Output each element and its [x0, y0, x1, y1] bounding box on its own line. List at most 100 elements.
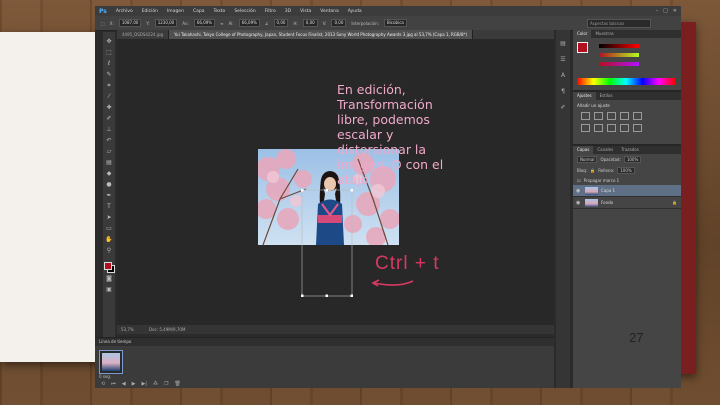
bw-icon[interactable]	[607, 124, 616, 132]
color-spectrum[interactable]	[577, 78, 675, 85]
menu-filtro[interactable]: Filtro	[265, 9, 276, 14]
close-icon[interactable]: ✕	[673, 8, 677, 14]
menu-ventana[interactable]: Ventana	[320, 9, 338, 14]
zoom-tool-icon[interactable]: ⚲	[105, 247, 113, 255]
vibrance-icon[interactable]	[633, 112, 642, 120]
eye-icon[interactable]: ◉	[576, 200, 582, 206]
prev-frame-icon[interactable]: ◀	[122, 381, 126, 387]
gradient-tool-icon[interactable]: ▤	[105, 159, 113, 167]
pen-tool-icon[interactable]: ✒	[105, 192, 113, 200]
x-field[interactable]: 1087,00	[118, 19, 142, 27]
layer-row-capa-1[interactable]: ◉ Capa 1	[573, 185, 681, 197]
link-icon[interactable]: ∞	[220, 21, 223, 26]
layer-row-fondo[interactable]: ◉ Fondo 🔒	[573, 197, 681, 209]
path-select-tool-icon[interactable]: ➤	[105, 214, 113, 222]
properties-panel-icon[interactable]: ☰	[559, 56, 567, 64]
blur-tool-icon[interactable]: ◆	[105, 170, 113, 178]
tab-styles[interactable]: Estilos	[596, 92, 617, 100]
next-frame-icon[interactable]: ▶|	[141, 381, 147, 387]
interpolation-select[interactable]: Bicúbica	[383, 19, 407, 27]
workspace-select[interactable]: Aspectos básicos	[587, 19, 651, 28]
width-field[interactable]: 66,09%	[193, 19, 216, 27]
eyedropper-tool-icon[interactable]: ⁄	[105, 93, 113, 101]
hue-icon[interactable]	[581, 124, 590, 132]
canvas[interactable]	[117, 39, 554, 325]
brush-tool-icon[interactable]: ✐	[105, 115, 113, 123]
menu-imagen[interactable]: Imagen	[167, 9, 184, 14]
doc-tab-2[interactable]: Yui Takahashi, Tokyo College of Photogra…	[169, 30, 474, 39]
tab-channels[interactable]: Canales	[593, 146, 617, 154]
height-field[interactable]: 66,09%	[238, 19, 260, 27]
first-frame-icon[interactable]: ⏮	[111, 381, 116, 387]
crop-tool-icon[interactable]: ⌗	[105, 82, 113, 90]
menu-archivo[interactable]: Archivo	[116, 9, 133, 14]
menu-ayuda[interactable]: Ayuda	[348, 9, 362, 14]
angle-field[interactable]: 0,00	[273, 19, 289, 27]
hskew-field[interactable]: 0,00	[302, 19, 318, 27]
brightness-icon[interactable]	[581, 112, 590, 120]
play-icon[interactable]: ▶	[132, 381, 136, 387]
dodge-tool-icon[interactable]: ●	[105, 181, 113, 189]
character-panel-icon[interactable]: A	[559, 72, 567, 80]
y-field[interactable]: 1230,00	[154, 19, 178, 27]
lock-icon[interactable]: 🔒	[590, 168, 595, 173]
timeline-frame-1[interactable]	[99, 350, 123, 374]
zoom-level[interactable]: 53,7%	[121, 327, 134, 332]
delete-frame-icon[interactable]: 🗑	[174, 381, 180, 387]
loop-icon[interactable]: ⟲	[101, 381, 105, 387]
green-slider[interactable]	[599, 53, 639, 57]
tab-color[interactable]: Color	[573, 30, 592, 38]
menu-edicion[interactable]: Edición	[142, 9, 158, 14]
marquee-tool-icon[interactable]: ⬚	[105, 49, 113, 57]
vskew-field[interactable]: 0,00	[331, 19, 347, 27]
tween-icon[interactable]: ⁂	[153, 381, 158, 387]
tab-paths[interactable]: Trazados	[617, 146, 643, 154]
tab-adjustments[interactable]: Ajustes	[573, 92, 596, 100]
menu-capa[interactable]: Capa	[193, 9, 205, 14]
exposure-icon[interactable]	[620, 112, 629, 120]
fill-field[interactable]: 100%	[617, 167, 635, 174]
propagate-checkbox[interactable]: ☑	[577, 178, 581, 183]
transform-tool-icon[interactable]: ⬚	[101, 21, 105, 26]
eraser-tool-icon[interactable]: ▱	[105, 148, 113, 156]
curves-icon[interactable]	[607, 112, 616, 120]
brush-panel-icon[interactable]: ✐	[559, 104, 567, 112]
type-tool-icon[interactable]: T	[105, 203, 113, 211]
frame-delay[interactable]: 0 seg.	[99, 374, 111, 379]
color-fg-swatch[interactable]	[577, 42, 588, 53]
move-tool-icon[interactable]: ✥	[105, 38, 113, 46]
doc-tab-1[interactable]: 4495_DSDS4224.jpg	[117, 30, 170, 39]
levels-icon[interactable]	[594, 112, 603, 120]
menu-3d[interactable]: 3D	[285, 9, 291, 14]
history-panel-icon[interactable]: ▤	[559, 40, 567, 48]
opacity-field[interactable]: 100%	[623, 156, 642, 163]
balance-icon[interactable]	[594, 124, 603, 132]
stamp-tool-icon[interactable]: ⊥	[105, 126, 113, 134]
quick-select-tool-icon[interactable]: ✎	[105, 71, 113, 79]
blend-mode-select[interactable]: Normal	[577, 156, 598, 163]
menu-vista[interactable]: Vista	[300, 9, 311, 14]
menu-seleccion[interactable]: Selección	[234, 9, 255, 14]
duplicate-frame-icon[interactable]: ❐	[164, 381, 168, 387]
tab-layers[interactable]: Capas	[573, 146, 594, 154]
shape-tool-icon[interactable]: ▭	[105, 225, 113, 233]
lasso-tool-icon[interactable]: ℓ	[105, 60, 113, 68]
color-swatches[interactable]	[104, 262, 115, 273]
red-slider[interactable]	[599, 44, 639, 48]
screen-mode-icon[interactable]: ▣	[105, 286, 113, 294]
eye-icon[interactable]: ◉	[576, 188, 582, 194]
foreground-color-swatch[interactable]	[104, 262, 112, 270]
history-brush-tool-icon[interactable]: ↶	[105, 137, 113, 145]
healing-tool-icon[interactable]: ✚	[105, 104, 113, 112]
paragraph-panel-icon[interactable]: ¶	[559, 88, 567, 96]
maximize-icon[interactable]: □	[663, 8, 668, 14]
photo-filter-icon[interactable]	[620, 124, 629, 132]
menu-texto[interactable]: Texto	[213, 9, 225, 14]
minimize-icon[interactable]: –	[656, 8, 659, 14]
channel-mixer-icon[interactable]	[633, 124, 642, 132]
transform-bounding-box[interactable]	[301, 189, 353, 297]
quick-mask-icon[interactable]: ◙	[105, 275, 113, 283]
hand-tool-icon[interactable]: ✋	[105, 236, 113, 244]
blue-slider[interactable]	[599, 62, 639, 66]
tab-swatches[interactable]: Muestras	[591, 30, 617, 38]
